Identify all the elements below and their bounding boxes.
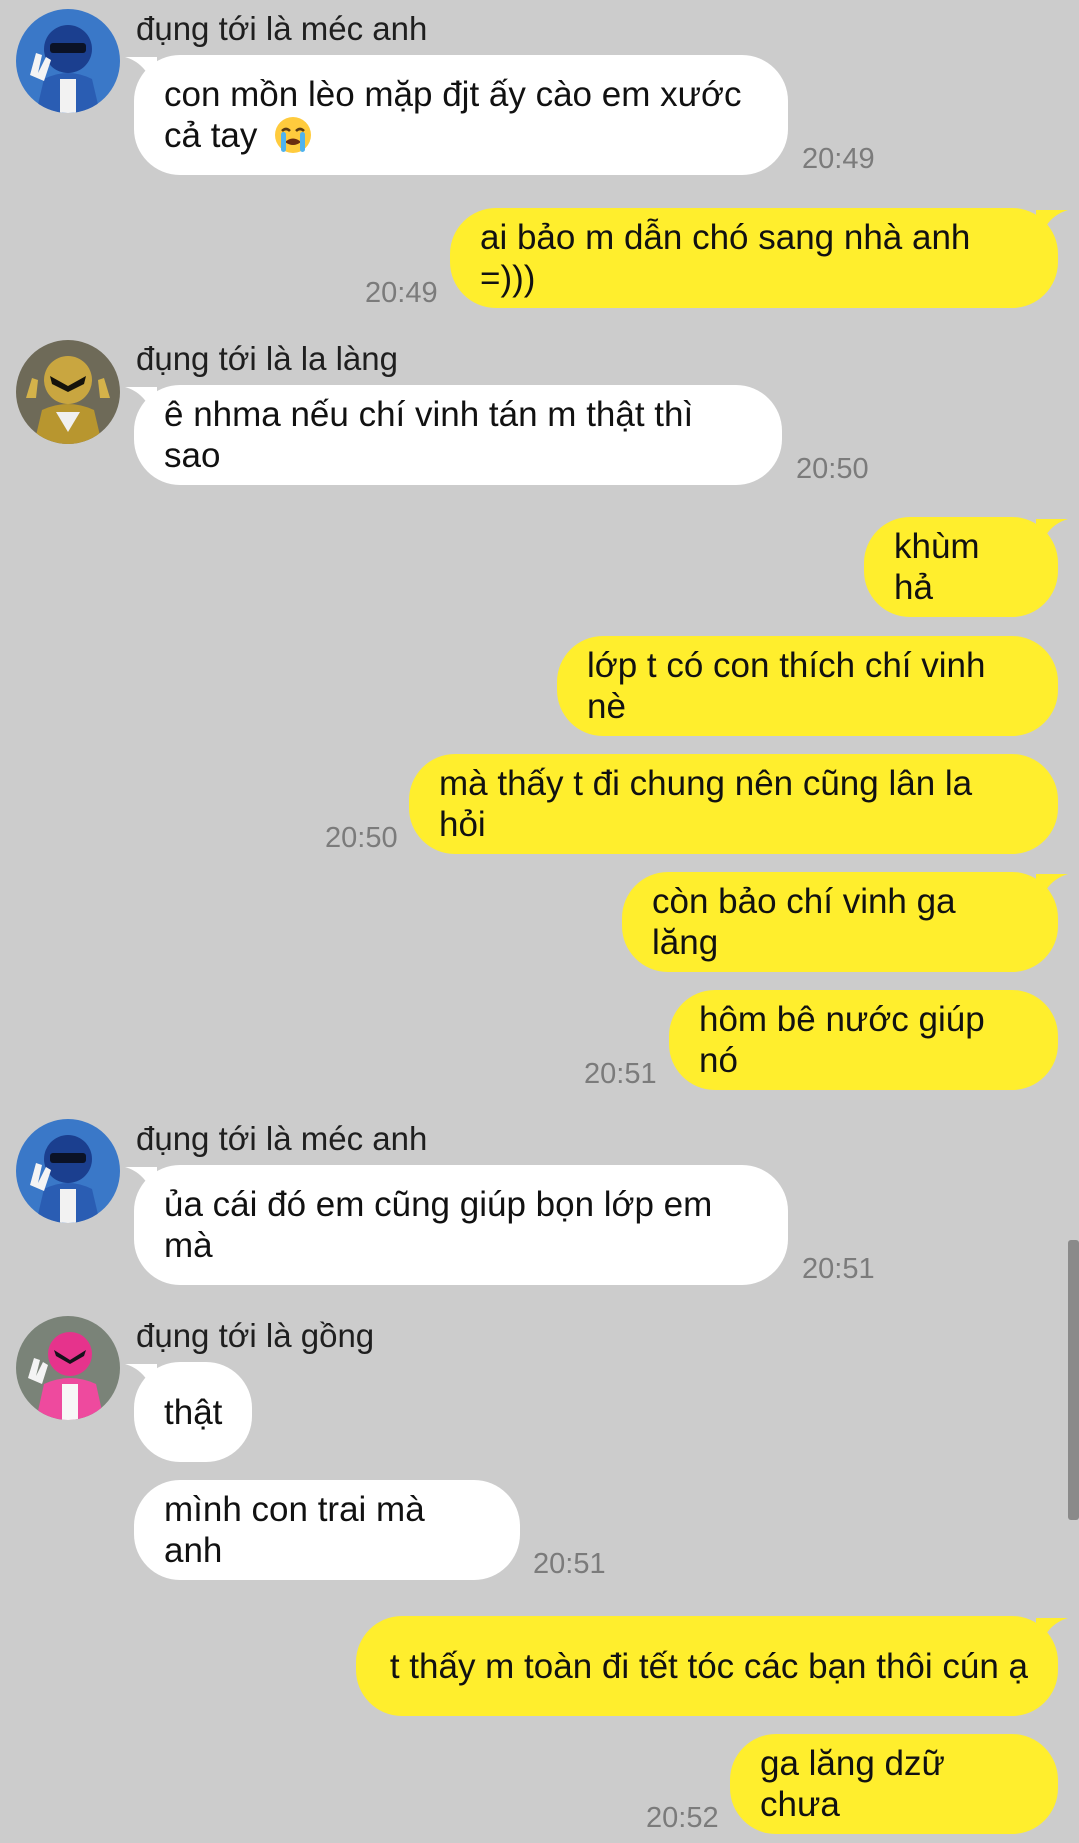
pink-ranger-avatar[interactable] (16, 1316, 120, 1420)
blue-ranger-avatar[interactable] (16, 9, 120, 113)
message-text: lớp t có con thích chí vinh nè (587, 646, 986, 726)
bubble-tail (125, 1364, 157, 1392)
sender-name: đụng tới là la làng (136, 340, 398, 377)
yellow-ranger-avatar[interactable] (16, 340, 120, 444)
message-text: thật (164, 1392, 223, 1432)
message-bubble-outgoing[interactable]: hôm bê nước giúp nó (669, 990, 1058, 1090)
message-text: ga lăng dzữ chưa (760, 1744, 945, 1824)
message-bubble-outgoing[interactable]: mà thấy t đi chung nên cũng lân la hỏi (409, 754, 1058, 854)
message-text: khùm hả (894, 527, 980, 607)
message-text: hôm bê nước giúp nó (699, 1000, 985, 1080)
bubble-tail (125, 387, 157, 415)
message-text: mình con trai mà anh (164, 1490, 425, 1570)
message-bubble-outgoing[interactable]: ai bảo m dẫn chó sang nhà anh =))) (450, 208, 1068, 308)
scrollbar-thumb[interactable] (1068, 1240, 1079, 1520)
message-bubble-incoming[interactable]: ủa cái đó em cũng giúp bọn lớp em mà (125, 1165, 788, 1285)
message-bubble-incoming[interactable]: mình con trai mà anh (134, 1480, 520, 1580)
bubble-tail (125, 57, 157, 85)
message-timestamp: 20:49 (802, 143, 875, 175)
bubble-tail (1036, 210, 1068, 238)
loudly-crying-face-icon (275, 117, 312, 153)
message-timestamp: 20:52 (646, 1802, 719, 1834)
message-bubble-incoming[interactable]: con mồn lèo mặp đjt ấy cào em xước cả ta… (125, 55, 788, 175)
message-bubble-incoming[interactable]: thật (125, 1362, 252, 1462)
message-bubble-outgoing[interactable]: khùm hả (864, 517, 1068, 617)
message-bubble-outgoing[interactable]: ga lăng dzữ chưa (730, 1734, 1058, 1834)
sender-name: đụng tới là méc anh (136, 10, 428, 47)
message-timestamp: 20:50 (796, 453, 869, 485)
chat-conversation: đụng tới là méc anh con mồn lèo mặp đjt … (0, 0, 1079, 1843)
message-timestamp: 20:51 (533, 1548, 606, 1580)
bubble-tail (1036, 874, 1068, 902)
message-timestamp: 20:50 (325, 822, 398, 854)
bubble-tail (125, 1167, 157, 1195)
blue-ranger-avatar[interactable] (16, 1119, 120, 1223)
message-text: con mồn lèo mặp đjt ấy cào em xước cả ta… (164, 75, 742, 155)
message-text: còn bảo chí vinh ga lăng (652, 882, 956, 962)
message-bubble-outgoing[interactable]: lớp t có con thích chí vinh nè (557, 636, 1058, 736)
bubble-tail (1036, 519, 1068, 547)
message-bubble-outgoing[interactable]: t thấy m toàn đi tết tóc các bạn thôi cú… (356, 1616, 1068, 1716)
message-text: mà thấy t đi chung nên cũng lân la hỏi (439, 764, 973, 844)
bubble-tail (1036, 1618, 1068, 1646)
message-text: ê nhma nếu chí vinh tán m thật thì sao (164, 395, 694, 475)
message-bubble-incoming[interactable]: ê nhma nếu chí vinh tán m thật thì sao (125, 385, 782, 485)
message-timestamp: 20:49 (365, 277, 438, 309)
message-bubble-outgoing[interactable]: còn bảo chí vinh ga lăng (622, 872, 1068, 972)
message-timestamp: 20:51 (802, 1253, 875, 1285)
sender-name: đụng tới là gồng (136, 1317, 375, 1354)
sender-name: đụng tới là méc anh (136, 1120, 428, 1157)
message-text: t thấy m toàn đi tết tóc các bạn thôi cú… (389, 1646, 1028, 1686)
message-timestamp: 20:51 (584, 1058, 657, 1090)
message-text: ủa cái đó em cũng giúp bọn lớp em mà (164, 1185, 713, 1265)
message-text: ai bảo m dẫn chó sang nhà anh =))) (480, 218, 971, 298)
